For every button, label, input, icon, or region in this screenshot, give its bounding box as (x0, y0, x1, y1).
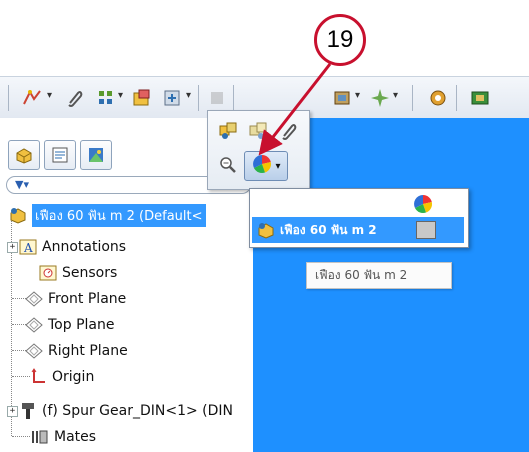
appearance-swatch[interactable] (416, 221, 436, 239)
tree-item-right-plane[interactable]: Right Plane (24, 338, 128, 364)
tree-item-label: Origin (52, 369, 95, 385)
menu-item-part-appearance[interactable]: เฟือง 60 ฟัน m 2 (252, 217, 464, 243)
plane-icon (24, 289, 44, 309)
toolbar-separator (233, 85, 234, 111)
gear-icon[interactable] (426, 86, 450, 110)
heads-up-popup: ▾ (207, 110, 310, 190)
appearance-icon (251, 153, 273, 179)
chevron-down-icon[interactable]: ▾ (393, 90, 398, 101)
chevron-down-icon[interactable]: ▾ (355, 90, 360, 101)
property-manager-tab[interactable] (44, 140, 76, 170)
panel-tabs (8, 140, 112, 170)
tree-item-origin[interactable]: Origin (28, 364, 94, 390)
svg-text:A: A (23, 241, 33, 255)
tree-item-label: เฟือง 60 ฟัน m 2 (Default< (32, 203, 206, 227)
origin-icon (28, 367, 48, 387)
toolbar-separator (8, 85, 9, 111)
tree-item-label: Annotations (42, 239, 127, 255)
sensor-icon (38, 263, 58, 283)
tree-item-root[interactable]: เฟือง 60 ฟัน m 2 (Default< (8, 202, 206, 228)
chevron-down-icon: ▾ (275, 160, 281, 172)
feature-manager-tab[interactable] (8, 140, 40, 170)
plane-icon (24, 341, 44, 361)
chevron-down-icon[interactable]: ▾ (118, 90, 123, 101)
render-icon[interactable] (468, 86, 492, 110)
callout-number: 19 (314, 14, 366, 66)
tree-item-label: (f) Spur Gear_DIN<1> (DIN (42, 403, 233, 419)
assembly-view-icon[interactable] (216, 119, 240, 143)
paperclip-icon[interactable] (62, 86, 86, 110)
expand-toggle[interactable]: + (7, 242, 18, 253)
tooltip: เฟือง 60 ฟัน m 2 (306, 262, 452, 289)
mate-icon[interactable] (205, 86, 229, 110)
mates-icon (30, 427, 50, 447)
explode-icon[interactable] (330, 86, 354, 110)
appearance-ball-icon (412, 193, 434, 219)
paperclip-icon[interactable] (276, 119, 300, 143)
tree-item-spur-gear[interactable]: (f) Spur Gear_DIN<1> (DIN (18, 398, 233, 424)
filter-icon[interactable]: ▼▾ (15, 178, 29, 191)
toolbar-separator (198, 85, 199, 111)
callout-label: 19 (326, 26, 354, 53)
display-manager-tab[interactable] (80, 140, 112, 170)
tree-item-annotations[interactable]: A Annotations (18, 234, 126, 260)
assembly-hide-icon[interactable] (246, 119, 270, 143)
tree-item-top-plane[interactable]: Top Plane (24, 312, 114, 338)
pattern-icon[interactable] (94, 86, 118, 110)
tree-item-mates[interactable]: Mates (30, 424, 96, 450)
tree-item-label: Top Plane (48, 317, 115, 333)
tooltip-text: เฟือง 60 ฟัน m 2 (315, 268, 408, 282)
tree-item-label: Sensors (62, 265, 118, 281)
assembly-icon[interactable] (130, 86, 154, 110)
toolbar-separator (456, 85, 457, 111)
insert-icon[interactable] (160, 86, 184, 110)
plane-icon (24, 315, 44, 335)
appearance-dropdown-menu: เฟือง 60 ฟัน m 2 (249, 188, 469, 248)
assembly-icon (256, 220, 276, 240)
assembly-icon (8, 205, 28, 225)
tree-item-sensors[interactable]: Sensors (38, 260, 117, 286)
chevron-down-icon[interactable]: ▾ (47, 90, 52, 101)
appearance-dropdown-button[interactable]: ▾ (244, 151, 288, 181)
expand-toggle[interactable]: + (7, 406, 18, 417)
component-icon (18, 401, 38, 421)
tree-item-label: Mates (54, 429, 97, 445)
chevron-down-icon[interactable]: ▾ (186, 90, 191, 101)
annotation-icon: A (18, 237, 38, 257)
zoom-icon[interactable] (216, 153, 240, 177)
toolbar-separator (412, 85, 413, 111)
sketch-icon[interactable] (20, 86, 44, 110)
tree-item-front-plane[interactable]: Front Plane (24, 286, 126, 312)
spark-icon[interactable] (368, 86, 392, 110)
menu-item-label: เฟือง 60 ฟัน m 2 (280, 222, 377, 237)
tree-item-label: Right Plane (48, 343, 128, 359)
tree-connector (12, 436, 30, 437)
tree-item-label: Front Plane (48, 291, 127, 307)
